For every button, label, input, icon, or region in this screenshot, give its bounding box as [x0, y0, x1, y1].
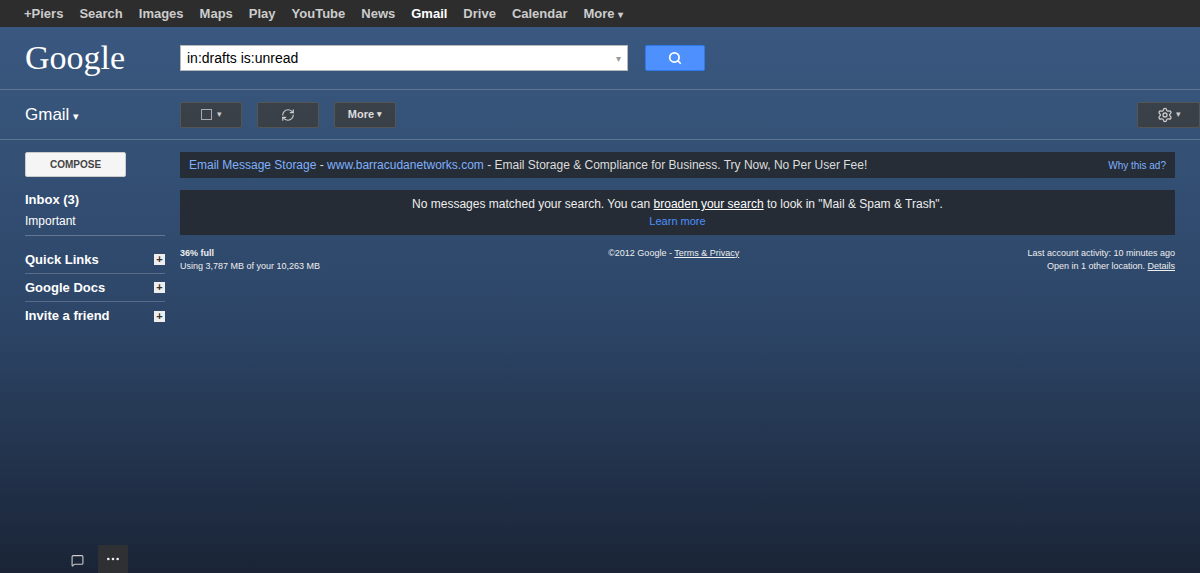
top-bar: +PiersSearchImagesMapsPlayYouTubeNewsGma…: [0, 0, 1200, 27]
top-bar-item[interactable]: Search: [71, 4, 130, 24]
settings-button[interactable]: ▾: [1137, 102, 1200, 128]
sidebar-item[interactable]: Important: [25, 210, 165, 231]
app-switcher[interactable]: Gmail▾: [0, 102, 180, 128]
chat-more-button[interactable]: [98, 545, 128, 573]
more-button[interactable]: More▾: [334, 102, 396, 128]
top-bar-item[interactable]: Calendar: [504, 4, 576, 24]
top-bar-item[interactable]: Drive: [455, 4, 504, 24]
expand-box[interactable]: +: [154, 282, 165, 293]
top-bar-item[interactable]: Gmail: [403, 4, 455, 24]
ad-title[interactable]: Email Message Storage: [189, 158, 316, 172]
footer: 36% fullUsing 3,787 MB of your 10,263 MB…: [180, 247, 1175, 274]
broaden-search-link[interactable]: broaden your search: [654, 197, 764, 211]
search-text: in:drafts is:unread: [187, 48, 616, 69]
top-bar-item[interactable]: YouTube: [284, 4, 354, 24]
top-bar-item[interactable]: Images: [131, 4, 192, 24]
main: Email Message Storage - www.barracudanet…: [180, 140, 1200, 330]
chat-bar: [60, 545, 128, 573]
sidebar-item[interactable]: Inbox (3): [25, 189, 165, 210]
ad-url[interactable]: www.barracudanetworks.com: [327, 158, 484, 172]
expand-box[interactable]: +: [154, 311, 165, 322]
sidebar-section[interactable]: Invite a friend+: [25, 302, 165, 330]
top-bar-item[interactable]: Maps: [192, 4, 241, 24]
select-button[interactable]: ▾: [180, 102, 242, 128]
details-link[interactable]: Details: [1147, 261, 1175, 271]
top-bar-item[interactable]: +Piers: [16, 4, 71, 24]
terms-link[interactable]: Terms & Privacy: [674, 248, 739, 258]
top-bar-item[interactable]: Play: [241, 4, 284, 24]
toolbar: Gmail▾▾More▾▾: [0, 90, 1200, 140]
top-bar-item[interactable]: News: [353, 4, 403, 24]
why-this-ad-link[interactable]: Why this ad?: [1108, 158, 1166, 173]
chat-button[interactable]: [60, 547, 94, 573]
checkbox-icon: [201, 109, 212, 120]
search-button[interactable]: [645, 45, 705, 71]
chat-bubble-icon: [71, 554, 84, 567]
body: COMPOSE Inbox (3)Important Quick Links+Goo…: [0, 140, 1200, 330]
sidebar-section[interactable]: Google Docs+: [25, 274, 165, 302]
sidebar-section[interactable]: Quick Links+: [25, 246, 165, 274]
search-options-caret[interactable]: ▾: [616, 51, 621, 66]
google-logo[interactable]: Google: [0, 41, 180, 75]
account-activity: Last account activity: 10 minutes agoOpe…: [1027, 247, 1175, 274]
sidebar: COMPOSE Inbox (3)Important Quick Links+Goo…: [0, 140, 180, 330]
compose-button[interactable]: COMPOSE: [25, 152, 126, 177]
learn-more-link[interactable]: Learn more: [649, 213, 705, 230]
top-bar-item[interactable]: More▾: [576, 4, 631, 24]
storage-info: 36% fullUsing 3,787 MB of your 10,263 MB: [180, 247, 320, 274]
no-results-notice: No messages matched your search. You can…: [180, 190, 1175, 235]
expand-box[interactable]: +: [154, 254, 165, 265]
search-icon: [668, 51, 682, 65]
more-dots-icon: [105, 551, 121, 567]
copyright: ©2012 Google - Terms & Privacy: [608, 247, 739, 274]
header: Googlein:drafts is:unread▾: [0, 27, 1200, 90]
gear-icon: [1157, 107, 1173, 123]
gmail-page: +PiersSearchImagesMapsPlayYouTubeNewsGma…: [0, 0, 1200, 573]
refresh-button[interactable]: [257, 102, 319, 128]
search-field[interactable]: in:drafts is:unread▾: [180, 45, 628, 71]
refresh-icon: [281, 108, 295, 122]
ad-bar: Email Message Storage - www.barracudanet…: [180, 152, 1175, 178]
